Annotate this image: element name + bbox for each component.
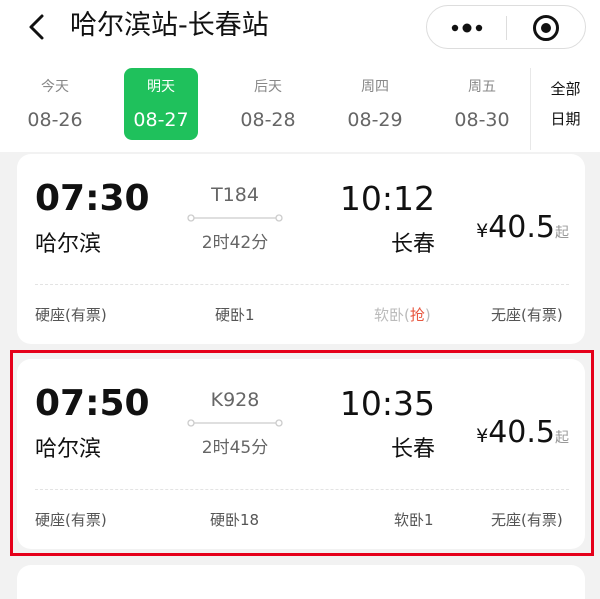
seat-hard-sleeper: 硬卧18 [210,511,260,529]
all-dates-button[interactable]: 全部 日期 [530,68,600,150]
date-tab-thursday[interactable]: 周四 08-29 [325,68,425,140]
date-tab-today[interactable]: 今天 08-26 [5,68,105,140]
currency-symbol: ¥ [476,220,489,242]
price-value: 40.5 [488,415,555,450]
date-weekday: 周四 [361,79,389,95]
date-weekday: 今天 [41,79,69,95]
trip-duration: 2时45分 [201,438,269,458]
all-dates-label: 日期 [550,110,581,128]
seat-no-seat: 无座(有票) [491,511,563,529]
date-weekday: 周五 [468,79,496,95]
departure-time: 07:50 [35,383,150,424]
card-divider [35,284,569,285]
capsule-divider [506,16,507,40]
date-value: 08-28 [240,109,296,131]
date-value: 08-26 [27,109,83,131]
seat-hard-seat: 硬座(有票) [35,511,107,529]
seat-soft-sleeper: 软卧(抢) [374,304,431,325]
arrival-station: 长春 [390,437,435,462]
more-dots-icon[interactable] [449,18,485,38]
seat-hard-sleeper: 硬卧1 [215,306,255,324]
date-weekday: 后天 [254,79,282,95]
currency-symbol: ¥ [476,425,489,447]
close-target-icon[interactable] [531,13,561,43]
all-dates-label: 全部 [550,80,581,98]
seat-no-seat: 无座(有票) [491,306,563,324]
date-tab-tomorrow[interactable]: 明天 08-27 [124,68,198,140]
train-card-partial[interactable] [17,565,585,599]
route-line-icon [187,214,283,222]
card-divider [35,489,569,490]
seat-paren: ) [424,306,431,324]
date-weekday: 明天 [147,79,175,95]
arrival-time: 10:35 [339,384,435,423]
date-tab-friday[interactable]: 周五 08-30 [432,68,532,140]
seat-type: 软卧 [374,306,405,324]
page-title: 哈尔滨站-长春站 [70,10,269,41]
price-value: 40.5 [488,210,555,245]
date-value: 08-30 [454,109,510,131]
price-suffix: 起 [555,430,569,446]
arrival-time: 10:12 [339,179,435,218]
train-card[interactable]: 07:30 哈尔滨 T184 2时42分 10:12 长春 ¥40.5起 硬座(… [17,154,585,344]
date-value: 08-27 [133,109,189,131]
departure-station: 哈尔滨 [35,232,102,257]
train-number: K928 [210,389,260,411]
ticket-price: ¥40.5起 [476,210,569,245]
date-selector: 今天 08-26 明天 08-27 后天 08-28 周四 08-29 周五 0… [0,58,600,152]
departure-station: 哈尔滨 [35,437,102,462]
train-number: T184 [211,184,259,206]
departure-time: 07:30 [35,178,150,219]
ticket-price: ¥40.5起 [476,415,569,450]
arrival-station: 长春 [390,232,435,257]
mini-program-capsule [426,5,586,49]
route-line-icon [187,419,283,427]
date-value: 08-29 [347,109,403,131]
grab-ticket-status: 抢 [409,306,425,324]
seat-soft-sleeper: 软卧1 [394,511,434,529]
seat-hard-seat: 硬座(有票) [35,306,107,324]
price-suffix: 起 [555,225,569,241]
trip-duration: 2时42分 [201,233,269,253]
back-arrow-icon[interactable] [22,10,56,44]
date-tab-day-after[interactable]: 后天 08-28 [218,68,318,140]
train-card[interactable]: 07:50 哈尔滨 K928 2时45分 10:35 长春 ¥40.5起 硬座(… [17,359,585,549]
nav-header: 哈尔滨站-长春站 [0,0,600,58]
